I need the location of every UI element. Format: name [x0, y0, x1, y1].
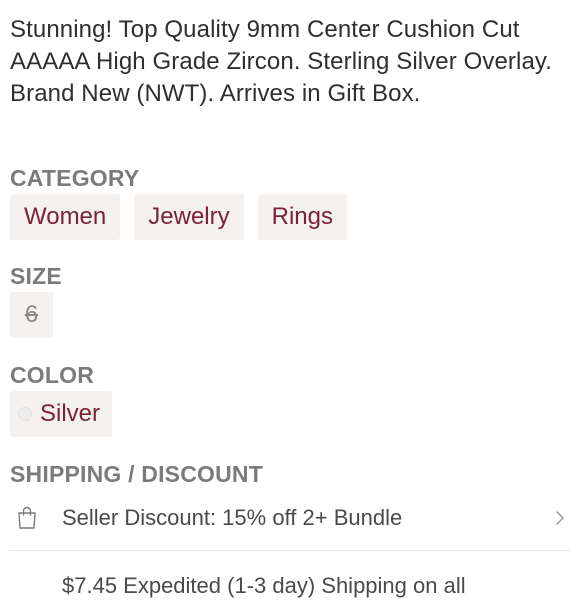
- shopping-bag-icon: [18, 506, 36, 529]
- shipping-heading: SHIPPING / DISCOUNT: [10, 461, 263, 487]
- color-heading: COLOR: [10, 362, 95, 388]
- category-section: CATEGORY Women Jewelry Rings: [10, 164, 570, 240]
- size-heading: SIZE: [10, 263, 62, 289]
- category-chip-jewelry[interactable]: Jewelry: [134, 194, 244, 240]
- shipping-divider: [10, 550, 570, 551]
- color-swatch: [18, 407, 32, 421]
- category-chips: Women Jewelry Rings: [10, 194, 570, 240]
- size-section: SIZE 6: [10, 262, 570, 338]
- shipping-section: SHIPPING / DISCOUNT Seller Discount: 15%…: [10, 460, 570, 598]
- category-chip-women[interactable]: Women: [10, 194, 121, 240]
- chevron-right-icon: [556, 511, 564, 525]
- category-heading: CATEGORY: [10, 165, 140, 191]
- size-chip[interactable]: 6: [10, 292, 53, 338]
- color-chip-label: Silver: [40, 400, 101, 427]
- category-chip-rings[interactable]: Rings: [257, 194, 347, 240]
- color-chips: Silver: [10, 391, 570, 437]
- expedited-shipping-row[interactable]: $7.45 Expedited (1-3 day) Shipping on al…: [10, 568, 570, 604]
- listing-details: Stunning! Top Quality 9mm Center Cushion…: [10, 14, 570, 598]
- size-chips: 6: [10, 292, 570, 338]
- color-section: COLOR Silver: [10, 361, 570, 437]
- expedited-shipping-label: $7.45 Expedited (1-3 day) Shipping on al…: [62, 573, 466, 598]
- color-chip-silver[interactable]: Silver: [10, 391, 113, 437]
- seller-discount-label: Seller Discount: 15% off 2+ Bundle: [62, 505, 403, 530]
- seller-discount-row[interactable]: Seller Discount: 15% off 2+ Bundle: [10, 500, 570, 536]
- listing-description: Stunning! Top Quality 9mm Center Cushion…: [10, 16, 552, 107]
